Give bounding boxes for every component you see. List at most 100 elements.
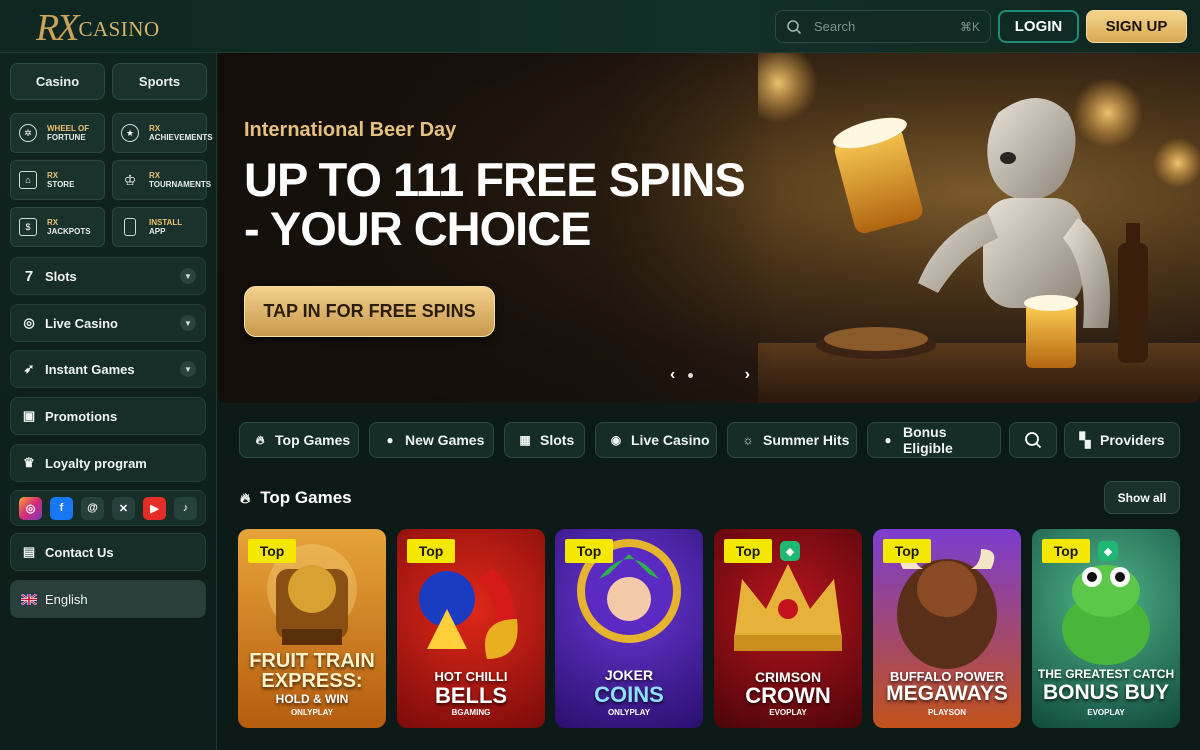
rx-casino-logo[interactable]: RX CASINO	[36, 6, 160, 48]
game-title-line: HOLD & WIN	[275, 692, 349, 706]
slot-seven-icon: 7	[24, 267, 34, 285]
sidebar-item-live-casino[interactable]: ◎ Live Casino ▼	[10, 304, 206, 342]
game-provider: PLAYSON	[928, 708, 966, 717]
sidebar-item-label: Slots	[45, 268, 77, 284]
category-label: Providers	[1100, 432, 1165, 448]
new-icon: ●	[386, 433, 394, 447]
game-card-hot-chilli-bells[interactable]: Top HOT CHILLI BELLS BGAMING	[397, 529, 545, 728]
tiktok-icon[interactable]: ♪	[174, 496, 197, 520]
tile-rx-store[interactable]: ⌂ RX STORE	[10, 160, 105, 200]
tile-rx-jackpots[interactable]: $ RX JACKPOTS	[10, 207, 105, 247]
game-provider: EVOPLAY	[1087, 708, 1125, 717]
top-badge: Top	[1042, 539, 1090, 563]
game-title-line: BONUS BUY	[1042, 681, 1169, 704]
category-label: Live Casino	[631, 432, 710, 448]
promo-banner[interactable]: International Beer Day UP TO 111 FREE SP…	[218, 53, 1200, 403]
top-badge: Top	[248, 539, 296, 563]
category-label: New Games	[405, 432, 485, 448]
uk-flag-icon	[21, 591, 37, 607]
category-summer-hits[interactable]: ☼ Summer Hits	[727, 422, 857, 458]
threads-icon[interactable]: @	[81, 496, 104, 520]
free-spins-cta-button[interactable]: TAP IN FOR FREE SPINS	[244, 286, 495, 337]
game-provider: BGAMING	[451, 708, 491, 717]
tile-label-gold: WHEEL OF	[47, 124, 90, 133]
gem-icon: ◆	[1098, 541, 1118, 561]
gift-icon: ▣	[22, 408, 36, 423]
game-title-line: HOT CHILLI	[434, 669, 508, 684]
sidebar-item-label: Instant Games	[45, 361, 135, 377]
game-card-fruit-train-express[interactable]: Top FRUIT TRAIN EXPRESS: HOLD & WIN ONLY…	[238, 529, 386, 728]
slots-icon: ▦	[519, 433, 531, 447]
chevron-down-icon[interactable]: ▼	[180, 361, 196, 377]
tile-label: JACKPOTS	[47, 227, 91, 236]
tile-wheel-of-fortune[interactable]: ✲ WHEEL OF FORTUNE	[10, 113, 105, 153]
wheel-icon: ✲	[19, 124, 37, 142]
signup-button[interactable]: SIGN UP	[1086, 10, 1187, 43]
tab-sports[interactable]: Sports	[112, 63, 207, 100]
sidebar-item-instant-games[interactable]: ➶ Instant Games ▼	[10, 350, 206, 388]
trophy-icon: ♔	[123, 171, 137, 188]
slide-dot[interactable]	[687, 372, 693, 378]
logo-casino-text: CASINO	[78, 17, 160, 41]
search-shortcut: ⌘K	[959, 19, 980, 34]
logo-rx-mark: RX	[36, 7, 79, 49]
tile-rx-achievements[interactable]: ★ RX ACHIEVEMENTS	[112, 113, 213, 153]
show-all-button[interactable]: Show all	[1104, 481, 1180, 514]
chevron-down-icon[interactable]: ▼	[180, 268, 196, 284]
category-new-games[interactable]: ● New Games	[369, 422, 494, 458]
store-icon: ⌂	[19, 171, 37, 189]
category-bonus-eligible[interactable]: ● Bonus Eligible	[867, 422, 1001, 458]
chat-icon: ▤	[22, 544, 36, 559]
sidebar-item-label: Promotions	[45, 408, 118, 424]
category-slots[interactable]: ▦ Slots	[504, 422, 585, 458]
tile-label: APP	[149, 227, 166, 236]
tile-label: FORTUNE	[47, 133, 86, 142]
language-selector[interactable]: English	[10, 580, 206, 618]
search-input[interactable]	[814, 19, 944, 34]
chip-icon: ◎	[23, 315, 35, 330]
sidebar-item-label: Live Casino	[45, 315, 118, 331]
category-top-games[interactable]: 🔥︎ Top Games	[239, 422, 359, 458]
top-header: RX CASINO ⌘K LOGIN SIGN UP	[0, 0, 1200, 53]
sidebar-item-loyalty[interactable]: ♛ Loyalty program	[10, 444, 206, 482]
flame-icon: 🔥︎	[255, 432, 265, 447]
category-label: Bonus Eligible	[902, 424, 953, 456]
category-label: Top Games	[275, 432, 351, 448]
game-card-the-greatest-catch[interactable]: Top ◆ THE GREATEST CATCH BONUS BUY EVOPL…	[1032, 529, 1180, 728]
tab-casino[interactable]: Casino	[10, 63, 105, 100]
top-badge: Top	[724, 539, 772, 563]
sun-icon: ☼	[742, 433, 754, 447]
sidebar-item-slots[interactable]: 7 Slots ▼	[10, 257, 206, 295]
top-badge: Top	[407, 539, 455, 563]
rocket-icon: ➶	[23, 361, 35, 376]
chevron-left-icon[interactable]: ‹	[670, 366, 675, 384]
sidebar-item-promotions[interactable]: ▣ Promotions	[10, 397, 206, 435]
x-icon[interactable]: ✕	[112, 496, 135, 520]
category-live-casino[interactable]: ◉ Live Casino	[595, 422, 717, 458]
game-card-joker-coins[interactable]: Top JOKER COINS ONLYPLAY	[555, 529, 703, 728]
search-box[interactable]: ⌘K	[775, 10, 991, 43]
tile-label: TOURNAMENTS	[149, 180, 212, 189]
game-provider: ONLYPLAY	[290, 708, 334, 717]
chevron-right-icon[interactable]: ›	[745, 366, 750, 384]
category-providers[interactable]: ▚ Providers	[1064, 422, 1180, 458]
youtube-icon[interactable]: ▶	[143, 496, 166, 520]
achievements-icon: ★	[121, 124, 139, 142]
facebook-icon[interactable]: f	[50, 496, 73, 520]
game-provider: ONLYPLAY	[607, 708, 651, 717]
tile-label-gold: RX	[149, 171, 161, 180]
promo-title-line: - YOUR CHOICE	[244, 202, 592, 255]
tile-rx-tournaments[interactable]: ♔ RX TOURNAMENTS	[112, 160, 211, 200]
chevron-down-icon[interactable]: ▼	[180, 315, 196, 331]
sidebar-item-label: Contact Us	[45, 544, 114, 560]
instagram-icon[interactable]: ◎	[19, 496, 42, 520]
game-title-line: JOKER	[604, 667, 654, 683]
sidebar-item-contact[interactable]: ▤ Contact Us	[10, 533, 206, 571]
tile-install-app[interactable]: INSTALL APP	[112, 207, 207, 247]
robot-drinking-beer-illustration	[758, 53, 1200, 403]
login-button[interactable]: LOGIN	[998, 10, 1079, 43]
promo-title-line: UP TO 111 FREE SPINS	[244, 153, 746, 206]
game-card-crimson-crown[interactable]: Top ◆ CRIMSON CROWN EVOPLAY	[714, 529, 862, 728]
category-search-button[interactable]	[1009, 422, 1057, 458]
game-card-buffalo-power-megaways[interactable]: Top BUFFALO POWER MEGAWAYS PLAYSON	[873, 529, 1021, 728]
